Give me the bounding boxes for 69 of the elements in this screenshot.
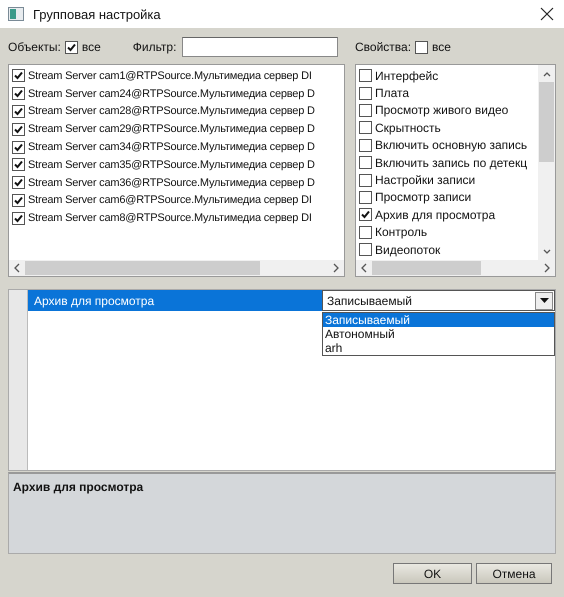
property-item[interactable]: Интерфейс: [375, 68, 438, 83]
checkbox[interactable]: [359, 156, 372, 170]
object-item[interactable]: Stream Server cam24@RTPSource.Мультимедиа сервер D: [28, 88, 315, 100]
properties-label: Свойства:: [355, 40, 412, 54]
window-icon: [8, 7, 24, 21]
property-item[interactable]: Контроль: [375, 225, 428, 240]
property-item[interactable]: Архив для просмотра: [375, 208, 496, 222]
dropdown-option[interactable]: arh: [323, 341, 554, 355]
all-label: все: [432, 40, 451, 54]
filter-label: Фильтр:: [132, 40, 176, 54]
scroll-down-icon[interactable]: [542, 248, 552, 256]
checkbox[interactable]: [359, 121, 372, 134]
checkbox[interactable]: [359, 243, 372, 256]
checkbox[interactable]: [359, 138, 372, 152]
object-item[interactable]: Stream Server cam28@RTPSource.Мультимедиа сервер D: [28, 105, 315, 118]
checkbox[interactable]: [359, 69, 372, 82]
object-item[interactable]: Stream Server cam8@RTPSource.Мультимедиа сервер DI: [28, 212, 312, 224]
close-icon[interactable]: [540, 7, 554, 21]
checkbox[interactable]: [12, 69, 25, 82]
checkbox[interactable]: [359, 86, 372, 100]
checkbox[interactable]: [359, 208, 372, 222]
horizontal-scrollbar[interactable]: [356, 260, 555, 276]
scroll-right-icon[interactable]: [543, 263, 551, 273]
property-item[interactable]: Плата: [375, 86, 410, 100]
property-item[interactable]: Просмотр живого видео: [375, 103, 508, 118]
scroll-up-icon[interactable]: [542, 70, 552, 78]
object-item[interactable]: Stream Server cam6@RTPSource.Мультимедиа сервер DI: [28, 194, 312, 206]
property-item[interactable]: Просмотр записи: [375, 190, 472, 204]
property-item[interactable]: Скрытность: [375, 120, 441, 135]
object-item[interactable]: Stream Server cam35@RTPSource.Мультимедиа сервер D: [28, 158, 315, 171]
object-item[interactable]: Stream Server cam36@RTPSource.Мультимедиа сервер D: [28, 176, 315, 189]
checkbox[interactable]: [359, 226, 372, 239]
value-dropdown[interactable]: Записываемый: [322, 290, 555, 311]
all-label: все: [82, 40, 101, 54]
property-item[interactable]: Настройки записи: [375, 173, 476, 188]
checkbox[interactable]: [415, 40, 428, 54]
checkbox[interactable]: [12, 140, 25, 154]
dialog-button[interactable]: Отмена: [476, 563, 552, 584]
scroll-right-icon[interactable]: [332, 263, 340, 273]
property-item[interactable]: Включить основную запись: [375, 138, 528, 152]
vertical-scrollbar[interactable]: [538, 65, 555, 260]
description-title: Архив для просмотра: [13, 480, 144, 494]
checkbox[interactable]: [359, 190, 372, 204]
object-item[interactable]: Stream Server cam34@RTPSource.Мультимедиа сервер D: [28, 141, 315, 154]
object-item[interactable]: Stream Server cam1@RTPSource.Мультимедиа сервер DI: [28, 70, 312, 82]
checkbox[interactable]: [12, 104, 25, 118]
checkbox[interactable]: [12, 194, 25, 207]
checkbox[interactable]: [12, 176, 25, 190]
scroll-left-icon[interactable]: [13, 263, 21, 273]
checkbox[interactable]: [12, 87, 25, 100]
property-item[interactable]: Включить запись по детекц: [375, 156, 528, 170]
checkbox[interactable]: [64, 40, 78, 54]
dialog-button[interactable]: OK: [393, 563, 472, 584]
dropdown-option[interactable]: Автономный: [323, 327, 554, 341]
property-item[interactable]: Видеопоток: [375, 242, 440, 257]
dropdown-arrow-icon: [540, 298, 548, 303]
scroll-left-icon[interactable]: [360, 263, 368, 273]
property-name[interactable]: Архив для просмотра: [28, 290, 322, 311]
dropdown-option[interactable]: Записываемый: [323, 313, 554, 327]
checkbox[interactable]: [12, 212, 25, 225]
checkbox[interactable]: [359, 104, 372, 117]
filter-field[interactable]: [182, 37, 338, 57]
horizontal-scrollbar[interactable]: [9, 260, 344, 276]
window-title: Групповая настройка: [33, 6, 161, 22]
object-item[interactable]: Stream Server cam29@RTPSource.Мультимедиа сервер D: [28, 123, 315, 136]
objects-label: Объекты:: [8, 40, 61, 54]
checkbox[interactable]: [12, 122, 25, 136]
checkbox[interactable]: [359, 174, 372, 187]
checkbox[interactable]: [12, 158, 25, 172]
